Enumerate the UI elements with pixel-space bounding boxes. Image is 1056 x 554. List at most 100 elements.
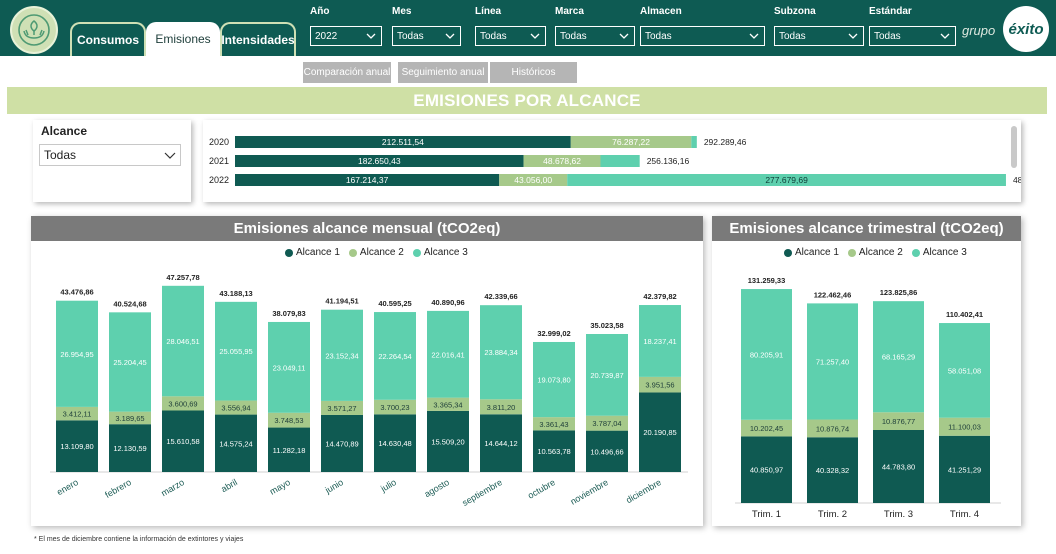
bar-value-label: 26.954,95: [60, 350, 93, 359]
bar-value-label: 3.748,53: [274, 416, 303, 425]
tab-intensidades[interactable]: Intensidades: [220, 22, 296, 56]
year-bar-label: 277.679,69: [765, 175, 808, 185]
filter-mes-label: Mes: [392, 6, 412, 17]
tab-consumos[interactable]: Consumos: [70, 22, 146, 56]
alcance-select[interactable]: Todas: [39, 144, 181, 166]
filter-estandar-select[interactable]: Todas: [869, 26, 956, 46]
bar-value-label: 3.951,56: [645, 381, 674, 390]
year-bar-label: 182.650,43: [358, 156, 401, 166]
bar-value-label: 23.152,34: [325, 351, 358, 360]
chevron-down-icon: [530, 33, 540, 39]
dashboard: Consumos Emisiones Intensidades Año 2022…: [0, 0, 1056, 554]
scrollbar[interactable]: [1011, 126, 1017, 168]
year-bar-segment: [691, 136, 697, 148]
tab-emisiones[interactable]: Emisiones: [146, 22, 220, 56]
bar-value-label: 28.046,51: [166, 337, 199, 346]
filter-subzona-label: Subzona: [774, 6, 816, 17]
bar-value-label: 68.165,29: [882, 353, 915, 362]
chevron-down-icon: [619, 33, 629, 39]
bar-value-label: 3.571,27: [327, 404, 356, 413]
bar-value-label: 20.739,87: [590, 371, 623, 380]
category-label: abril: [219, 477, 239, 494]
bar-value-label: 23.884,34: [484, 348, 517, 357]
filter-almacen-select[interactable]: Todas: [640, 26, 765, 46]
filter-marca-label: Marca: [555, 6, 584, 17]
category-label: agosto: [423, 477, 451, 499]
bar-total-label: 43.476,86: [60, 288, 93, 297]
year-label: 2022: [209, 175, 229, 185]
year-total-label: 292.289,46: [704, 137, 747, 147]
bar-total-label: 43.188,13: [219, 289, 252, 298]
bar-value-label: 15.509,20: [431, 437, 464, 446]
bar-value-label: 3.189,65: [115, 414, 144, 423]
filter-ano-select[interactable]: 2022: [310, 26, 382, 46]
bar-value-label: 44.783,80: [882, 463, 915, 472]
historicos-button[interactable]: Históricos: [490, 62, 577, 83]
category-label: septiembre: [460, 477, 504, 508]
year-bar-label: 212.511,54: [382, 137, 424, 147]
bar-value-label: 14.644,12: [484, 439, 517, 448]
bar-total-label: 35.023,58: [590, 321, 623, 330]
bar-total-label: 110.402,41: [946, 310, 983, 319]
year-total-label: 256.136,16: [647, 156, 690, 166]
bar-value-label: 3.700,23: [380, 403, 409, 412]
bar-value-label: 20.190,85: [643, 428, 676, 437]
category-label: Trim. 1: [752, 509, 781, 520]
bar-total-label: 123.825,86: [880, 288, 918, 297]
bar-value-label: 3.556,94: [221, 404, 250, 413]
monthly-chart: 13.109,80 3.412,11 26.954,95 43.476,86 enero…: [50, 273, 688, 508]
filter-mes-select[interactable]: Todas: [392, 26, 461, 46]
bar-total-label: 42.339,66: [484, 292, 517, 301]
year-total-label: 487.950,07: [1013, 175, 1021, 185]
bar-value-label: 14.470,89: [325, 439, 358, 448]
bar-total-label: 32.999,02: [537, 329, 570, 338]
filter-ano: Año 2022: [310, 6, 382, 46]
filter-ano-label: Año: [310, 6, 330, 17]
bar-value-label: 11.282,18: [273, 446, 306, 455]
filter-ano-value: 2022: [315, 30, 338, 42]
category-label: noviembre: [569, 477, 610, 507]
year-label: 2021: [209, 156, 229, 166]
bar-value-label: 25.204,45: [113, 358, 146, 367]
category-label: febrero: [103, 477, 133, 500]
filter-mes: Mes Todas: [392, 6, 461, 46]
category-label: marzo: [159, 477, 186, 498]
category-label: mayo: [268, 477, 292, 497]
quarterly-chart-panel: Emisiones alcance trimestral (tCO2eq) Al…: [712, 216, 1021, 526]
banner-title: EMISIONES POR ALCANCE: [413, 90, 641, 110]
filter-subzona: Subzona Todas: [774, 6, 864, 46]
comparacion-anual-button[interactable]: Comparación anual: [303, 62, 391, 83]
bar-value-label: 12.130,59: [113, 444, 146, 453]
chevron-down-icon: [164, 152, 176, 159]
category-label: Trim. 2: [818, 509, 847, 520]
year-label: 2020: [209, 137, 229, 147]
year-bar-segment: [600, 155, 640, 167]
bar-value-label: 10.496,66: [590, 447, 623, 456]
category-label: diciembre: [624, 477, 663, 505]
filter-subzona-select[interactable]: Todas: [774, 26, 864, 46]
category-label: Trim. 3: [884, 509, 913, 520]
alcance-slicer: Alcance Todas: [33, 120, 191, 202]
bar-value-label: 71.257,40: [816, 357, 849, 366]
filter-almacen: Almacen Todas: [640, 6, 765, 46]
category-label: enero: [55, 477, 80, 497]
bar-value-label: 40.850,97: [750, 466, 783, 475]
filter-almacen-value: Todas: [645, 30, 672, 42]
year-bar-label: 43.056,00: [514, 175, 552, 185]
year-bar-label: 76.287,22: [612, 137, 650, 147]
category-label: Trim. 4: [950, 509, 979, 520]
bar-total-label: 42.379,82: [643, 292, 676, 301]
filter-marca-select[interactable]: Todas: [555, 26, 635, 46]
brand-name: éxito: [1008, 20, 1044, 38]
bar-value-label: 3.365,34: [433, 400, 462, 409]
hands-plant-icon: [10, 6, 58, 54]
footnote: * El mes de diciembre contiene la inform…: [34, 536, 244, 543]
seguimiento-anual-button[interactable]: Seguimiento anual: [398, 62, 488, 83]
chevron-down-icon: [445, 33, 455, 39]
bar-value-label: 22.016,41: [431, 350, 464, 359]
filter-estandar-value: Todas: [874, 30, 901, 42]
chevron-down-icon: [749, 33, 759, 39]
filter-subzona-value: Todas: [779, 30, 806, 42]
bar-total-label: 40.595,25: [378, 299, 411, 308]
filter-linea-select[interactable]: Todas: [475, 26, 546, 46]
